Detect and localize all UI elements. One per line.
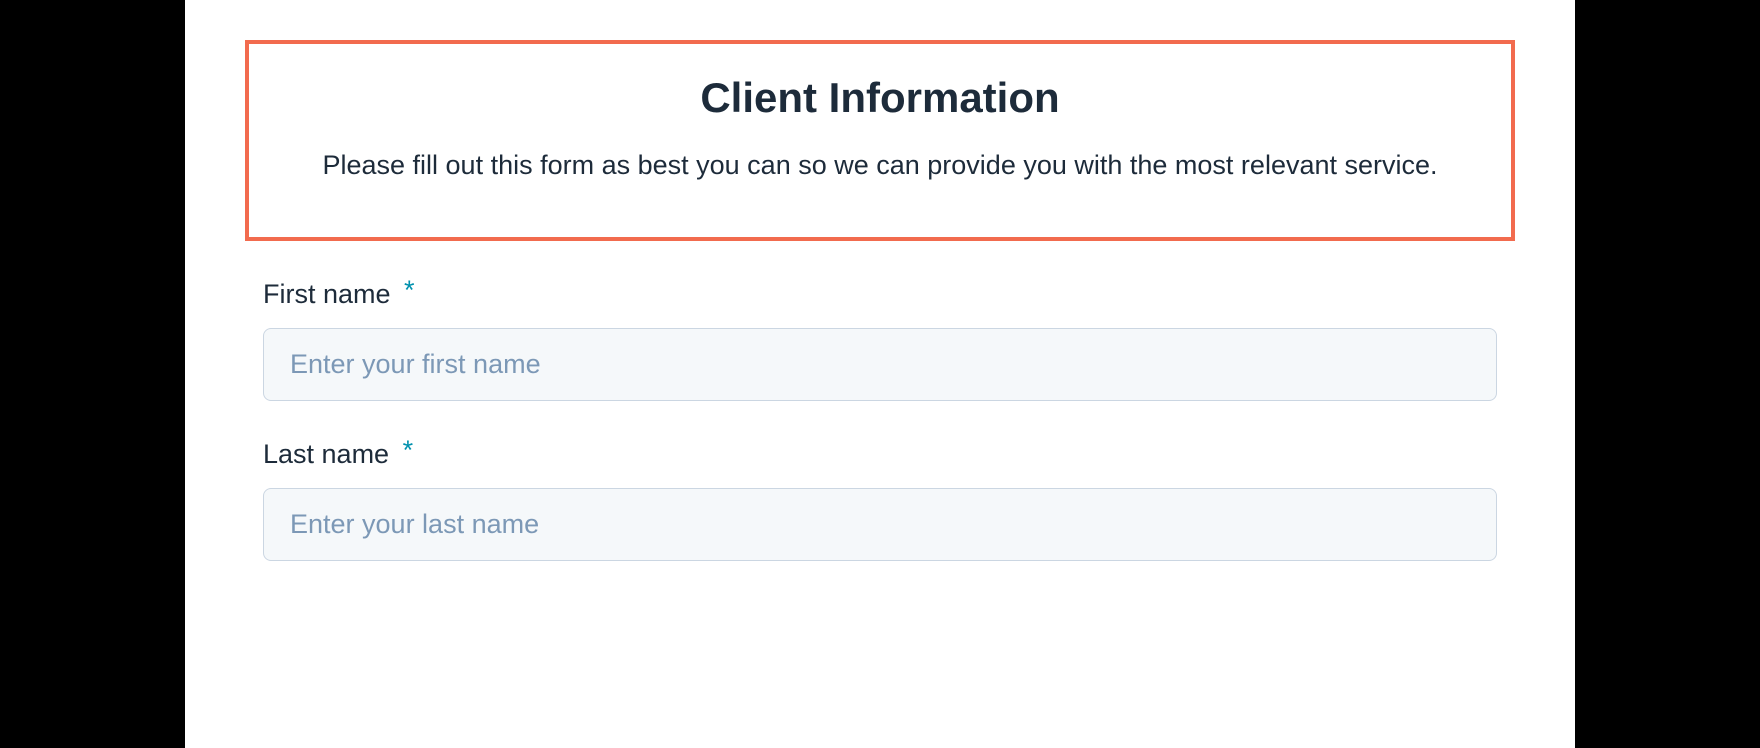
last-name-input[interactable] bbox=[263, 488, 1497, 561]
required-star-icon: * bbox=[403, 435, 414, 465]
first-name-input[interactable] bbox=[263, 328, 1497, 401]
first-name-label-text: First name bbox=[263, 279, 391, 309]
last-name-label: Last name * bbox=[263, 439, 1497, 470]
required-star-icon: * bbox=[404, 275, 415, 305]
last-name-field: Last name * bbox=[245, 439, 1515, 561]
first-name-label: First name * bbox=[263, 279, 1497, 310]
first-name-field: First name * bbox=[245, 279, 1515, 401]
form-description: Please fill out this form as best you ca… bbox=[289, 144, 1471, 187]
form-header-box: Client Information Please fill out this … bbox=[245, 40, 1515, 241]
last-name-label-text: Last name bbox=[263, 439, 389, 469]
form-title: Client Information bbox=[289, 74, 1471, 122]
form-page: Client Information Please fill out this … bbox=[185, 0, 1575, 748]
